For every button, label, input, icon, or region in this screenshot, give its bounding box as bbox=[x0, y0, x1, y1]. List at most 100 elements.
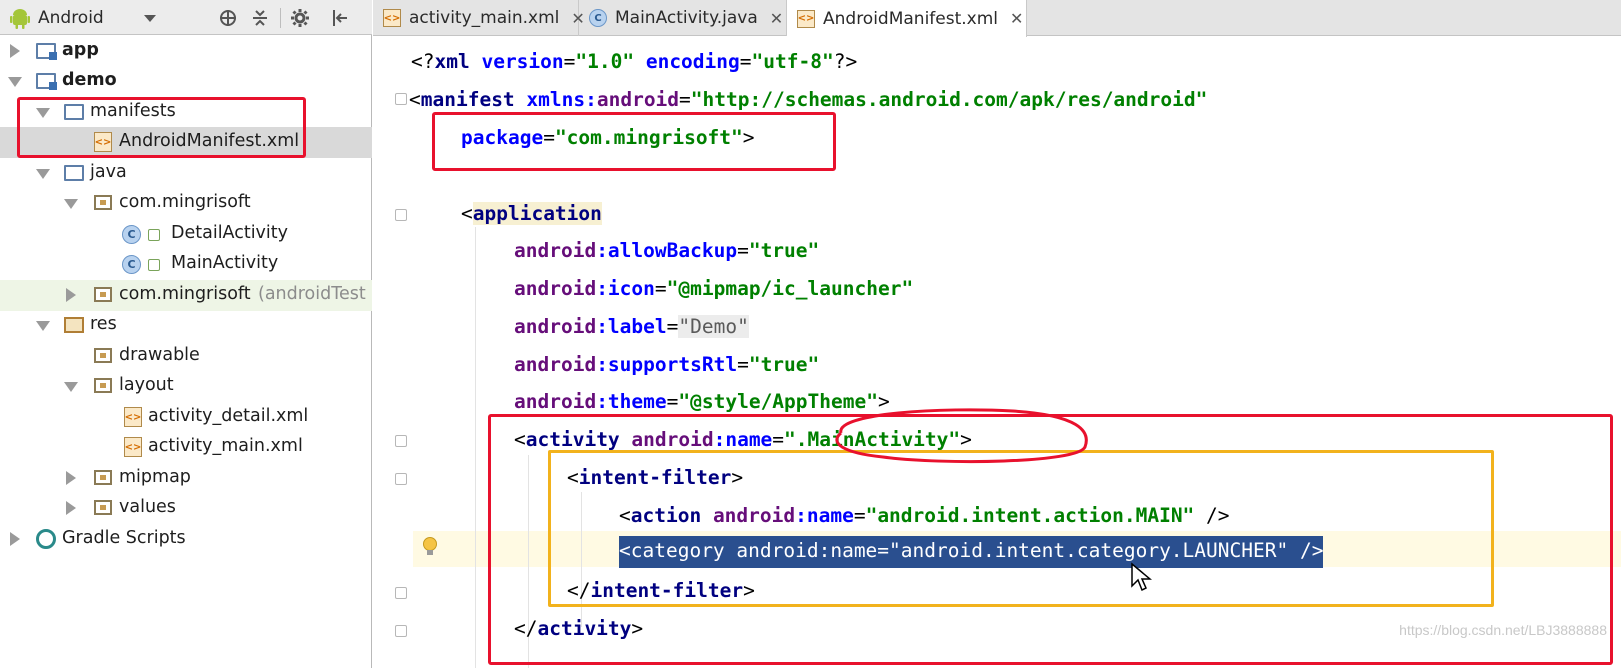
chevron-right-icon[interactable] bbox=[10, 44, 20, 58]
module-folder-icon bbox=[36, 43, 57, 60]
code-token: "true" bbox=[748, 353, 820, 376]
tree-item-label: values bbox=[119, 497, 176, 517]
code-token: "utf-8" bbox=[751, 50, 834, 73]
code-token: android bbox=[596, 88, 680, 111]
module-folder-icon bbox=[36, 73, 57, 90]
collapse-icon[interactable] bbox=[250, 8, 270, 28]
tab-label: activity_main.xml bbox=[409, 8, 560, 28]
tree-item-label: activity_main.xml bbox=[148, 436, 303, 456]
tree-item-java[interactable]: java bbox=[0, 158, 372, 189]
gradle-icon bbox=[36, 529, 56, 549]
xml-file-icon: <> bbox=[797, 9, 815, 28]
chevron-down-icon[interactable] bbox=[8, 77, 22, 87]
tree-item-detailactivity[interactable]: C DetailActivity bbox=[0, 219, 372, 250]
code-token: :theme bbox=[596, 390, 667, 413]
tree-item-activity-main[interactable]: <> activity_main.xml bbox=[0, 432, 372, 463]
chevron-right-icon[interactable] bbox=[10, 532, 20, 546]
tree-item-label: drawable bbox=[119, 345, 200, 365]
code-line[interactable]: <?xml version="1.0" encoding="utf-8"?> bbox=[411, 47, 857, 77]
code-token: version bbox=[469, 50, 564, 73]
code-token: < bbox=[461, 202, 473, 225]
xml-file-icon: <> bbox=[124, 437, 142, 457]
indent-guide bbox=[475, 227, 476, 668]
tree-item-layout[interactable]: layout bbox=[0, 371, 372, 402]
tree-item-demo[interactable]: demo bbox=[0, 66, 372, 97]
hide-panel-icon[interactable] bbox=[330, 8, 350, 28]
code-token: = bbox=[563, 50, 576, 73]
code-line[interactable]: android:label="Demo" bbox=[514, 312, 749, 342]
lock-icon bbox=[148, 259, 160, 271]
tab-label: MainActivity.java bbox=[615, 8, 758, 28]
tree-item-mainactivity[interactable]: C MainActivity bbox=[0, 249, 372, 280]
tree-item-label: activity_detail.xml bbox=[148, 406, 309, 426]
tab-androidmanifest[interactable]: <> AndroidManifest.xml ✕ bbox=[787, 0, 1027, 37]
code-line[interactable]: android:icon="@mipmap/ic_launcher" bbox=[514, 274, 913, 304]
code-token: "Demo" bbox=[678, 315, 749, 338]
fold-marker[interactable] bbox=[395, 209, 407, 221]
package-icon bbox=[94, 470, 112, 485]
chevron-down-icon[interactable] bbox=[64, 382, 78, 392]
tree-item-suffix: (androidTest bbox=[258, 284, 366, 304]
chevron-down-icon[interactable] bbox=[36, 169, 50, 179]
chevron-right-icon[interactable] bbox=[66, 288, 76, 302]
chevron-down-icon[interactable] bbox=[36, 321, 50, 331]
package-icon bbox=[94, 378, 112, 393]
code-line[interactable]: android:supportsRtl="true" bbox=[514, 350, 819, 380]
tab-mainactivity-java[interactable]: C MainActivity.java ✕ bbox=[579, 0, 787, 36]
tree-item-package-androidtest[interactable]: com.mingrisoft (androidTest bbox=[0, 280, 372, 311]
package-icon bbox=[94, 287, 112, 302]
tree-item-label: java bbox=[90, 162, 127, 182]
fold-marker[interactable] bbox=[395, 587, 407, 599]
code-token: <? bbox=[411, 50, 435, 73]
fold-marker[interactable] bbox=[395, 625, 407, 637]
tab-activity-main[interactable]: <> activity_main.xml ✕ bbox=[373, 0, 585, 36]
fold-marker[interactable] bbox=[395, 435, 407, 447]
code-token: xmlns: bbox=[514, 88, 597, 111]
view-selector-dropdown[interactable]: Android bbox=[10, 5, 162, 31]
tree-item-res[interactable]: res bbox=[0, 310, 372, 341]
code-token: = bbox=[737, 353, 749, 376]
tree-item-label: app bbox=[62, 40, 99, 60]
tree-item-label: DetailActivity bbox=[171, 223, 288, 243]
code-token: android bbox=[514, 239, 597, 262]
code-line[interactable]: <manifest xmlns:android="http://schemas.… bbox=[409, 85, 1207, 115]
code-token: "1.0" bbox=[575, 50, 635, 73]
annotation-box-intent-filter bbox=[548, 450, 1494, 607]
code-token: = bbox=[654, 277, 667, 300]
code-token: "@mipmap/ic_launcher" bbox=[666, 277, 914, 300]
tree-item-drawable[interactable]: drawable bbox=[0, 341, 372, 372]
tree-item-label: MainActivity bbox=[171, 253, 279, 273]
code-token: :label bbox=[596, 315, 667, 338]
code-line[interactable]: android:allowBackup="true" bbox=[514, 236, 819, 266]
class-icon: C bbox=[122, 225, 141, 244]
tree-item-activity-detail[interactable]: <> activity_detail.xml bbox=[0, 402, 372, 433]
chevron-down-icon[interactable] bbox=[64, 199, 78, 209]
folder-icon bbox=[64, 165, 84, 181]
tree-item-mipmap[interactable]: mipmap bbox=[0, 463, 372, 494]
tree-item-app[interactable]: app bbox=[0, 36, 372, 67]
code-token: = bbox=[666, 315, 679, 338]
fold-marker[interactable] bbox=[395, 473, 407, 485]
code-line[interactable]: <application bbox=[461, 199, 602, 229]
fold-marker[interactable] bbox=[395, 93, 407, 105]
code-token: "http://schemas.android.com/apk/res/andr… bbox=[690, 88, 1208, 111]
close-icon[interactable]: ✕ bbox=[770, 9, 783, 28]
chevron-right-icon[interactable] bbox=[66, 471, 76, 485]
sync-icon[interactable] bbox=[218, 8, 238, 28]
tree-item-label: com.mingrisoft bbox=[119, 284, 251, 304]
chevron-right-icon[interactable] bbox=[66, 501, 76, 515]
code-editor[interactable]: <?xml version="1.0" encoding="utf-8"?> <… bbox=[373, 37, 1621, 668]
tree-item-gradle-scripts[interactable]: Gradle Scripts bbox=[0, 524, 372, 555]
tree-item-label: com.mingrisoft bbox=[119, 192, 251, 212]
editor-tab-bar: <> activity_main.xml ✕ C MainActivity.ja… bbox=[373, 0, 1621, 37]
code-token: = bbox=[679, 88, 691, 111]
close-icon[interactable]: ✕ bbox=[1010, 9, 1023, 28]
lock-icon bbox=[148, 229, 160, 241]
lightbulb-icon[interactable] bbox=[421, 536, 439, 558]
tree-item-package[interactable]: com.mingrisoft bbox=[0, 188, 372, 219]
package-icon bbox=[94, 348, 112, 363]
settings-icon[interactable] bbox=[290, 8, 310, 28]
res-folder-icon bbox=[64, 317, 84, 333]
code-token: :allowBackup bbox=[596, 239, 738, 262]
tree-item-values[interactable]: values bbox=[0, 493, 372, 524]
